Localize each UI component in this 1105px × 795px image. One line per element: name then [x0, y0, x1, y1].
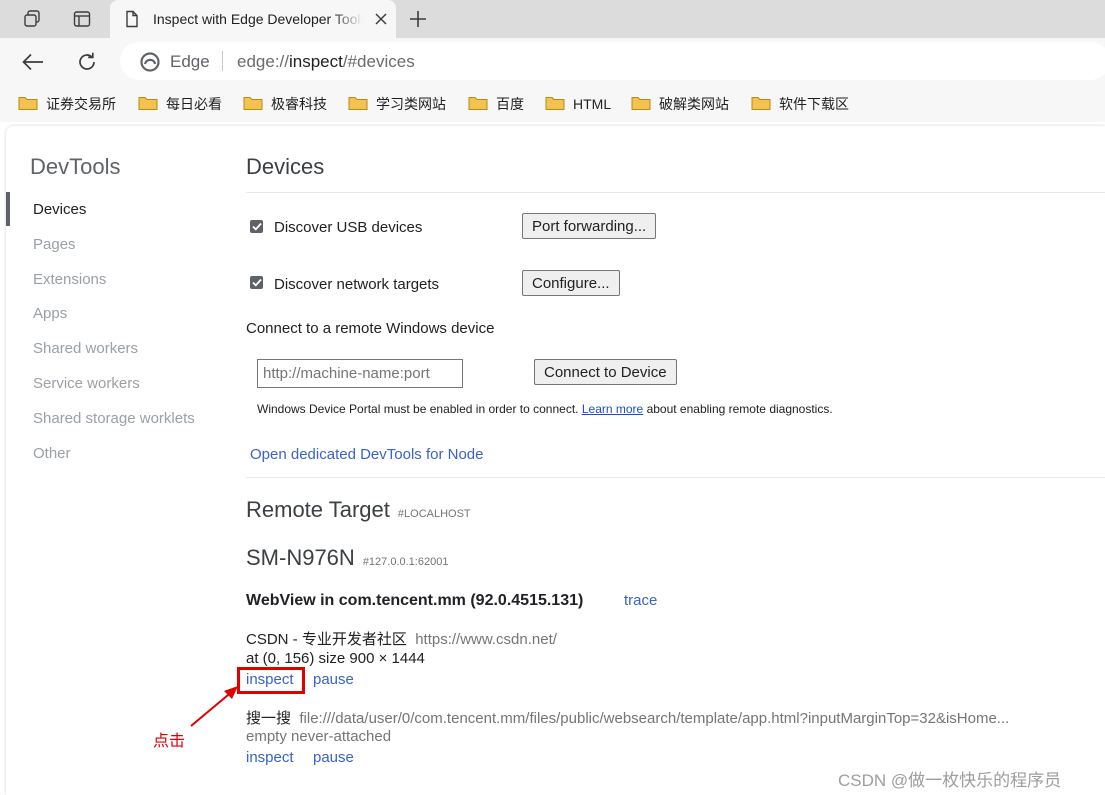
page-icon — [124, 10, 140, 33]
sidebar-item-service-workers[interactable]: Service workers — [33, 375, 140, 392]
folder-icon — [751, 95, 771, 114]
configure-button[interactable]: Configure... — [522, 270, 620, 296]
network-label: Discover network targets — [274, 276, 440, 293]
trace-link[interactable]: trace — [624, 592, 657, 609]
remote-windows-label: Connect to a remote Windows device — [246, 320, 495, 337]
remote-target-heading: Remote Target #LOCALHOST — [246, 497, 471, 522]
folder-icon — [348, 95, 368, 114]
bookmark-folder[interactable]: 极睿科技 — [243, 94, 327, 114]
learn-more-link[interactable]: Learn more — [582, 402, 643, 416]
webview-title: WebView in com.tencent.mm (92.0.4515.131… — [246, 592, 584, 609]
url-text[interactable]: edge://inspect/#devices — [237, 52, 415, 72]
port-forwarding-button[interactable]: Port forwarding... — [522, 213, 657, 239]
close-tab-icon[interactable] — [370, 8, 392, 30]
target-info: empty never-attached — [246, 728, 392, 745]
usb-label: Discover USB devices — [274, 219, 423, 236]
sidebar-title: DevTools — [30, 154, 121, 179]
portal-note: Windows Device Portal must be enabled in… — [257, 402, 833, 416]
folder-icon — [545, 95, 565, 114]
bookmark-folder[interactable]: 每日必看 — [138, 94, 222, 114]
address-bar[interactable]: Edge edge://inspect/#devices — [120, 42, 1105, 80]
bookmark-folder[interactable]: 软件下载区 — [751, 94, 849, 114]
sidebar-item-other[interactable]: Other — [33, 445, 71, 462]
annotation-label: 点击 — [153, 733, 186, 750]
folder-icon — [631, 95, 651, 114]
page-title: Devices — [246, 154, 325, 179]
active-item-marker — [6, 192, 10, 226]
bookmark-folder[interactable]: HTML — [545, 94, 611, 114]
connect-to-device-button[interactable]: Connect to Device — [534, 359, 677, 385]
sidebar-item-shared-workers[interactable]: Shared workers — [33, 340, 138, 357]
sidebar-item-extensions[interactable]: Extensions — [33, 271, 106, 288]
folder-icon — [138, 95, 158, 114]
folder-icon — [18, 95, 38, 114]
toolbar: Edge edge://inspect/#devices — [0, 38, 1105, 84]
sidebar-item-apps[interactable]: Apps — [33, 305, 67, 322]
folder-icon — [243, 95, 263, 114]
tab-title: Inspect with Edge Developer Tools — [153, 11, 363, 27]
bookmarks-bar: 证券交易所 每日必看 极睿科技 学习类网站 百度 HTML 破解类网站 软件下载… — [0, 84, 1105, 122]
bookmark-folder[interactable]: 学习类网站 — [348, 94, 446, 114]
divider — [246, 477, 1105, 478]
tab-strip: Inspect with Edge Developer Tools — [0, 0, 1105, 38]
machine-name-input[interactable] — [257, 359, 463, 388]
network-checkbox[interactable] — [250, 276, 263, 289]
workspaces-icon[interactable] — [20, 8, 44, 30]
sidebar-item-pages[interactable]: Pages — [33, 236, 76, 253]
divider — [246, 192, 1105, 193]
new-tab-icon[interactable] — [406, 8, 430, 30]
node-devtools-link[interactable]: Open dedicated DevTools for Node — [250, 446, 483, 463]
target-row: CSDN - 专业开发者社区 https://www.csdn.net/ — [246, 628, 557, 649]
back-arrow-icon[interactable] — [20, 49, 46, 75]
target-info: at (0, 156) size 900 × 1444 — [246, 650, 425, 667]
omnibox-label: Edge — [170, 52, 210, 71]
usb-checkbox[interactable] — [250, 220, 263, 233]
highlight-box — [237, 667, 305, 694]
inspect-link[interactable]: inspect — [246, 749, 294, 766]
sidebar-item-devices[interactable]: Devices — [33, 201, 86, 218]
sidebar-item-shared-storage-worklets[interactable]: Shared storage worklets — [33, 410, 195, 427]
bookmark-folder[interactable]: 证券交易所 — [18, 94, 116, 114]
annotation-arrow-icon — [190, 686, 238, 727]
omnibox-separator — [222, 51, 223, 71]
bookmark-folder[interactable]: 破解类网站 — [631, 94, 729, 114]
target-name: 搜一搜 — [246, 710, 292, 727]
tab-actions-icon[interactable] — [70, 8, 94, 30]
inspect-page: DevTools Devices Pages Extensions Apps S… — [6, 126, 1105, 795]
folder-icon — [468, 95, 488, 114]
target-name: CSDN - 专业开发者社区 — [246, 631, 407, 648]
watermark: CSDN @做一枚快乐的程序员 — [838, 771, 1062, 790]
pause-link[interactable]: pause — [313, 671, 354, 688]
device-heading: SM-N976N #127.0.0.1:62001 — [246, 545, 449, 570]
bookmark-folder[interactable]: 百度 — [468, 94, 524, 114]
target-url: https://www.csdn.net/ — [415, 631, 557, 648]
target-url: file:///data/user/0/com.tencent.mm/files… — [299, 710, 1010, 727]
active-tab[interactable]: Inspect with Edge Developer Tools — [110, 0, 396, 38]
refresh-icon[interactable] — [74, 49, 100, 75]
pause-link[interactable]: pause — [313, 749, 354, 766]
edge-logo-icon — [140, 52, 160, 77]
target-row: 搜一搜 file:///data/user/0/com.tencent.mm/f… — [246, 707, 1066, 728]
